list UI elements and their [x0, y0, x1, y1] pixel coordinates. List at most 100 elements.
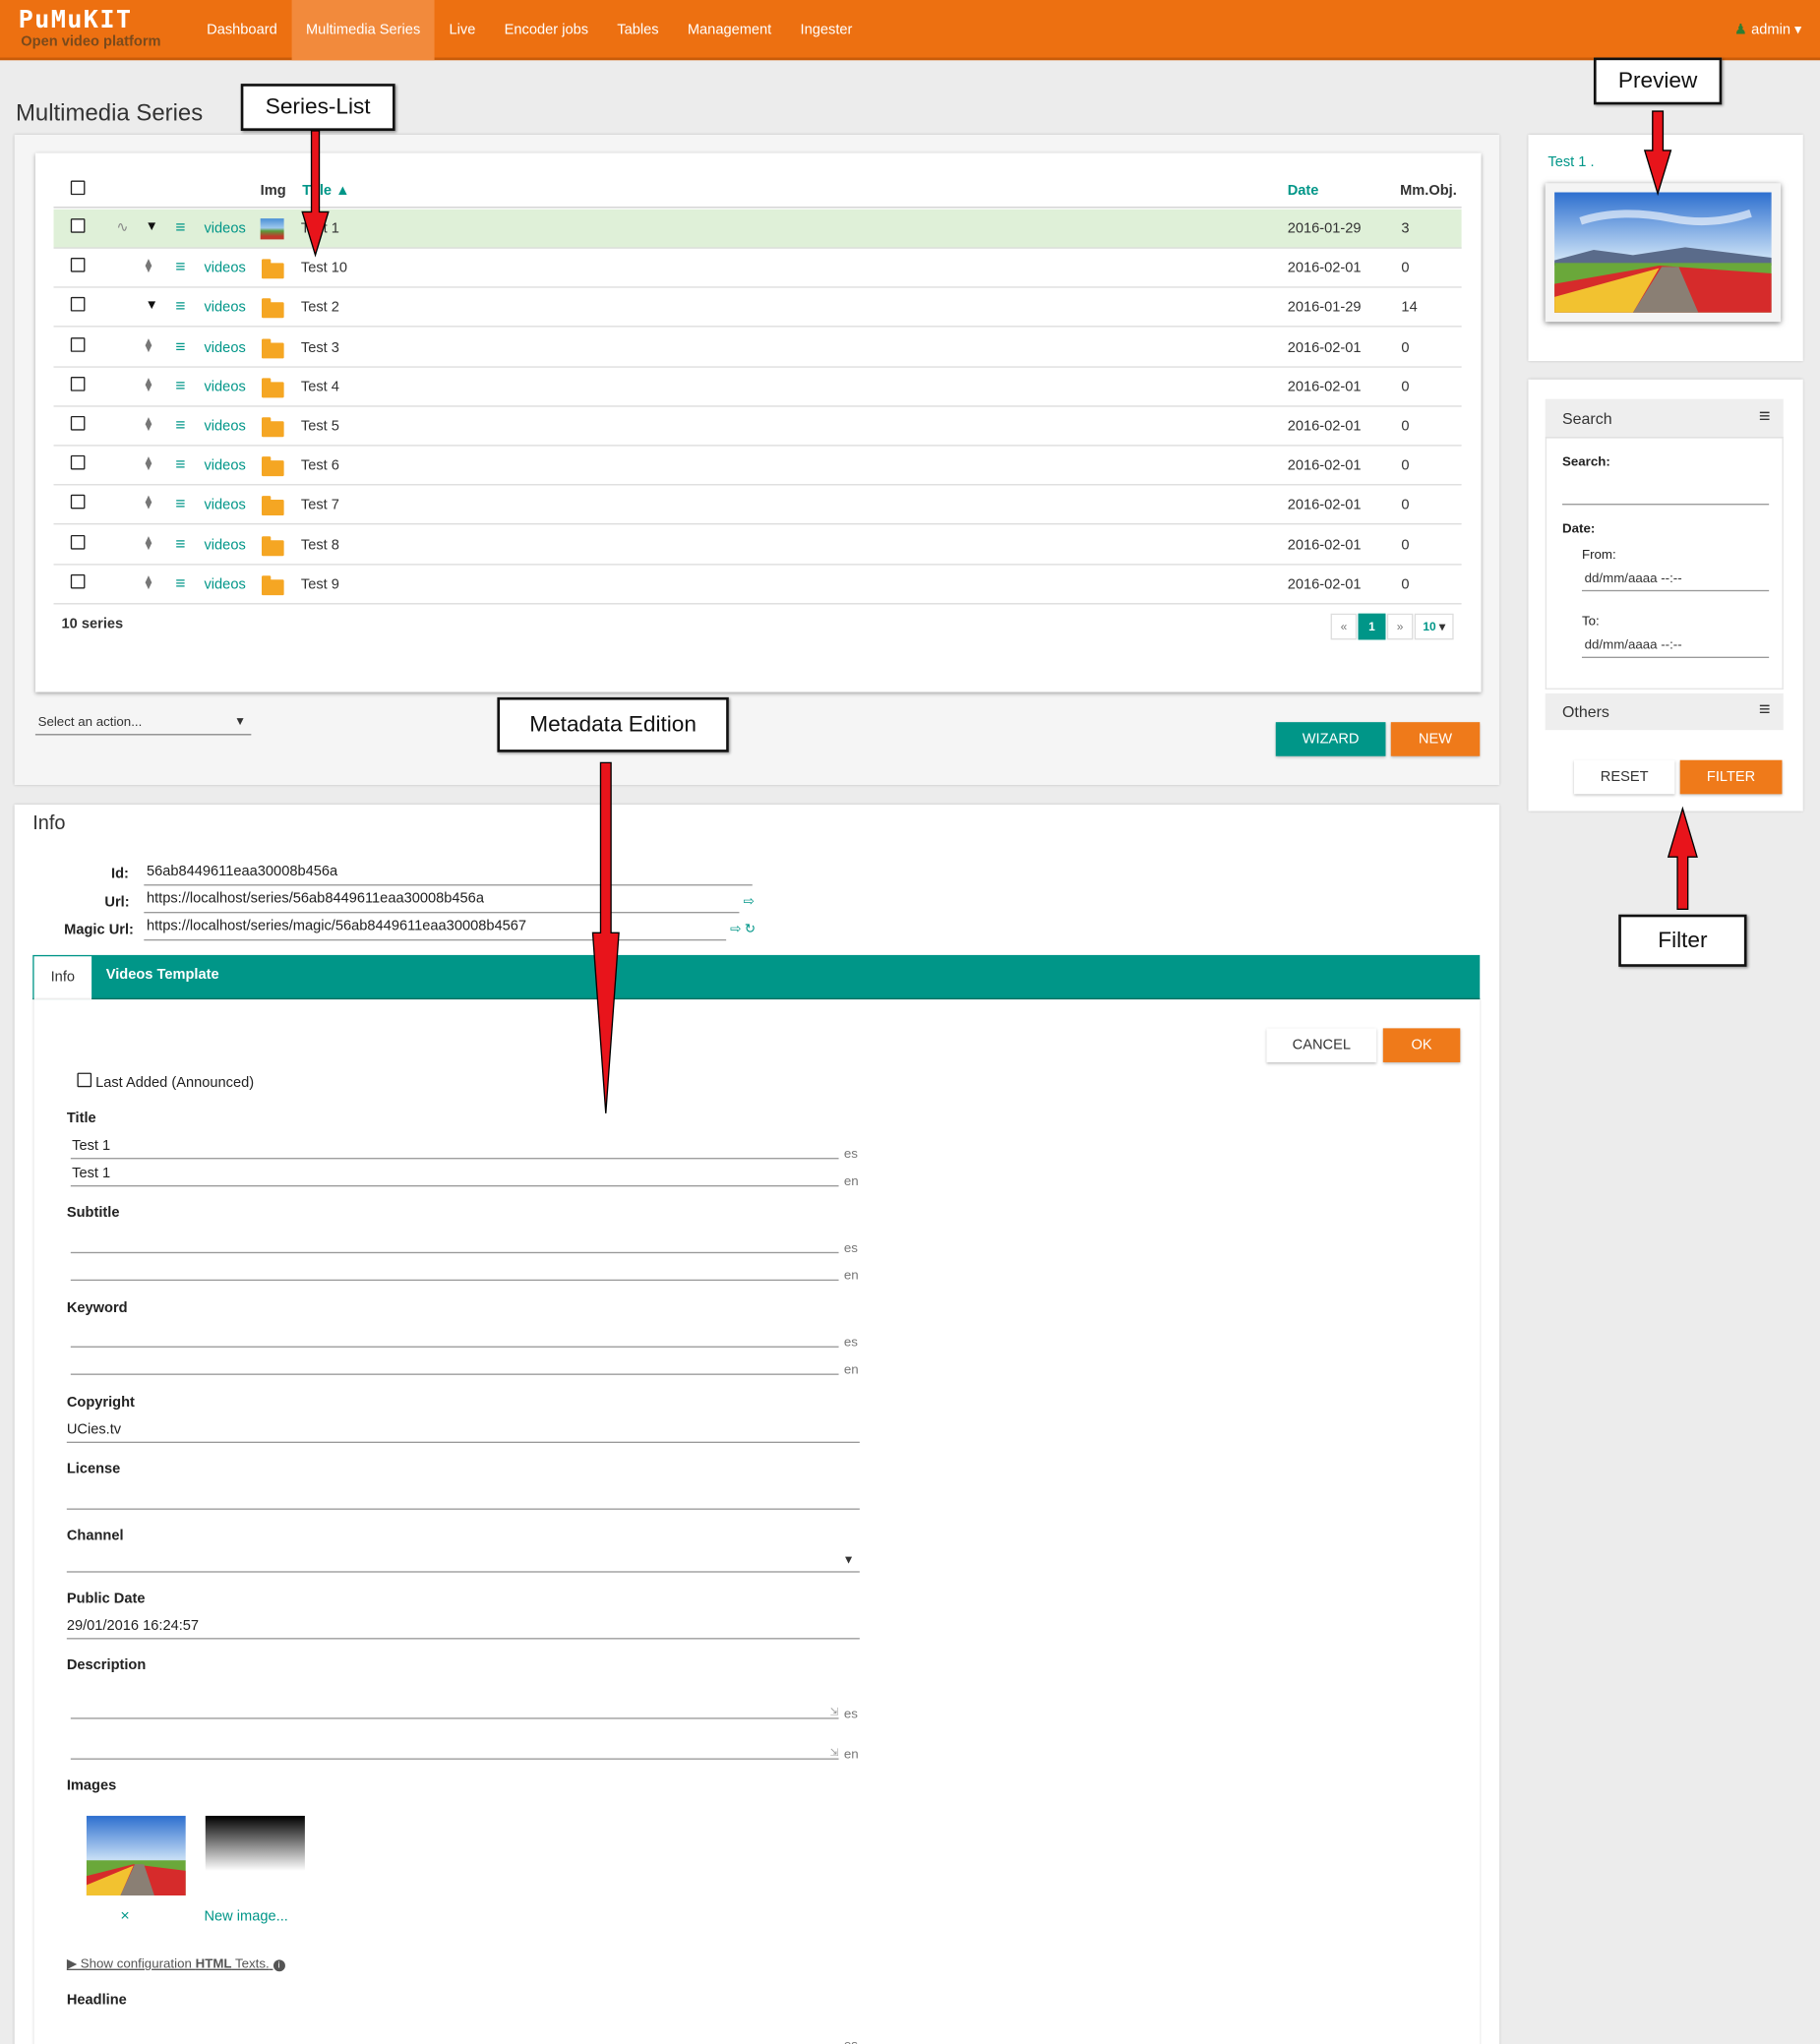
- menu-lines-icon[interactable]: ≡: [175, 375, 185, 394]
- row-checkbox[interactable]: [70, 495, 86, 510]
- table-row[interactable]: ⧫ ≡ videos Test 3 2016-02-01 0: [53, 328, 1462, 368]
- series-title[interactable]: Test 4: [301, 379, 339, 394]
- videos-link[interactable]: videos: [204, 379, 245, 394]
- visibility-icon[interactable]: ⧫: [146, 417, 152, 432]
- action-select[interactable]: Select an action... ▼: [34, 713, 252, 736]
- videos-link[interactable]: videos: [204, 221, 245, 237]
- copyright-input[interactable]: UCies.tv: [66, 1416, 860, 1443]
- visibility-icon[interactable]: ⧫: [146, 338, 152, 353]
- menu-lines-icon[interactable]: ≡: [175, 572, 185, 592]
- menu-lines-icon[interactable]: ≡: [175, 494, 185, 513]
- visibility-icon[interactable]: ⧫: [146, 575, 152, 590]
- series-title[interactable]: Test 3: [301, 339, 339, 355]
- cancel-button[interactable]: CANCEL: [1266, 1028, 1377, 1062]
- pager-page-1[interactable]: 1: [1358, 613, 1386, 640]
- row-checkbox[interactable]: [70, 336, 86, 352]
- series-image-thumbnail[interactable]: [86, 1816, 186, 1896]
- title-en-input[interactable]: Test 1: [70, 1161, 839, 1187]
- resize-handle-icon[interactable]: ⇲: [830, 1706, 839, 1717]
- open-link-icon[interactable]: ⇨: [743, 895, 754, 910]
- table-row[interactable]: ⧫ ≡ videos Test 10 2016-02-01 0: [53, 249, 1462, 288]
- visibility-icon[interactable]: ▼: [146, 219, 158, 234]
- license-input[interactable]: [66, 1483, 860, 1510]
- subtitle-en-input[interactable]: [70, 1254, 839, 1282]
- open-link-icon[interactable]: ⇨: [730, 923, 741, 937]
- videos-link[interactable]: videos: [204, 419, 245, 435]
- pager-prev[interactable]: «: [1330, 613, 1358, 640]
- to-date-input[interactable]: dd/mm/aaaa --:--: [1581, 634, 1770, 658]
- table-row[interactable]: ▼ ≡ videos Test 2 2016-01-29 14: [53, 288, 1462, 329]
- show-config-html-toggle[interactable]: ▶ Show configuration HTML Texts. i: [67, 1957, 285, 1972]
- description-en-textarea[interactable]: ⇲: [70, 1723, 839, 1760]
- nav-item-management[interactable]: Management: [673, 0, 786, 60]
- table-row[interactable]: ⧫ ≡ videos Test 9 2016-02-01 0: [53, 565, 1462, 605]
- channel-select[interactable]: ▼: [66, 1546, 860, 1573]
- videos-link[interactable]: videos: [204, 576, 245, 592]
- header-date[interactable]: Date: [1288, 183, 1319, 199]
- videos-link[interactable]: videos: [204, 339, 245, 355]
- series-title[interactable]: Test 9: [301, 576, 339, 592]
- table-row[interactable]: ⧫ ≡ videos Test 4 2016-02-01 0: [53, 367, 1462, 407]
- videos-link[interactable]: videos: [204, 498, 245, 513]
- row-checkbox[interactable]: [70, 376, 86, 391]
- visibility-icon[interactable]: ▼: [146, 299, 158, 314]
- search-section-header[interactable]: Search ≡: [1545, 398, 1784, 439]
- tab-videos-template[interactable]: Videos Template: [106, 967, 219, 983]
- refresh-icon[interactable]: ↻: [745, 923, 756, 937]
- series-title[interactable]: Test 5: [301, 419, 339, 435]
- series-title[interactable]: Test 8: [301, 537, 339, 553]
- visibility-icon[interactable]: ⧫: [146, 536, 152, 551]
- table-row[interactable]: ⧫ ≡ videos Test 8 2016-02-01 0: [53, 525, 1462, 566]
- table-row[interactable]: ⧫ ≡ videos Test 6 2016-02-01 0: [53, 447, 1462, 486]
- nav-item-tables[interactable]: Tables: [603, 0, 674, 60]
- keyword-en-input[interactable]: [70, 1349, 839, 1375]
- public-date-input[interactable]: 29/01/2016 16:24:57: [66, 1613, 860, 1640]
- search-input[interactable]: [1562, 489, 1770, 506]
- row-checkbox[interactable]: [70, 297, 86, 313]
- series-title[interactable]: Test 7: [301, 498, 339, 513]
- from-date-input[interactable]: dd/mm/aaaa --:--: [1581, 568, 1770, 592]
- new-image-link[interactable]: New image...: [204, 1908, 287, 1924]
- nav-item-dashboard[interactable]: Dashboard: [193, 0, 292, 60]
- row-checkbox[interactable]: [70, 573, 86, 589]
- visibility-icon[interactable]: ⧫: [146, 260, 152, 274]
- visibility-icon[interactable]: ⧫: [146, 456, 152, 471]
- menu-lines-icon[interactable]: ≡: [175, 335, 185, 355]
- pumukit-logo[interactable]: PuMuKIT Open video platform: [19, 5, 161, 49]
- magic-url-value[interactable]: https://localhost/series/magic/56ab84496…: [147, 919, 526, 934]
- user-menu[interactable]: ♟ admin ▾: [1734, 0, 1801, 60]
- row-checkbox[interactable]: [70, 534, 86, 550]
- subtitle-es-input[interactable]: [70, 1228, 839, 1254]
- others-section-header[interactable]: Others ≡: [1545, 692, 1784, 731]
- new-image-placeholder[interactable]: [205, 1816, 305, 1871]
- title-es-input[interactable]: Test 1: [70, 1133, 839, 1160]
- row-checkbox[interactable]: [70, 258, 86, 272]
- menu-lines-icon[interactable]: ≡: [175, 296, 185, 316]
- row-checkbox[interactable]: [70, 218, 86, 233]
- visibility-icon[interactable]: ⧫: [146, 497, 152, 511]
- headline-es-textarea[interactable]: [71, 2014, 839, 2044]
- ok-button[interactable]: OK: [1382, 1028, 1461, 1062]
- visibility-icon[interactable]: ⧫: [146, 378, 152, 392]
- description-es-textarea[interactable]: ⇲: [70, 1682, 839, 1719]
- nav-item-ingester[interactable]: Ingester: [786, 0, 867, 60]
- tab-info[interactable]: Info: [33, 956, 92, 1000]
- nav-item-live[interactable]: Live: [435, 0, 490, 60]
- menu-lines-icon[interactable]: ≡: [175, 257, 185, 276]
- nav-item-multimedia-series[interactable]: Multimedia Series: [291, 0, 435, 61]
- row-checkbox[interactable]: [70, 415, 86, 431]
- new-button[interactable]: NEW: [1390, 722, 1481, 756]
- select-all-checkbox[interactable]: [70, 180, 86, 196]
- menu-lines-icon[interactable]: ≡: [175, 533, 185, 553]
- resize-handle-icon[interactable]: ⇲: [830, 1747, 839, 1759]
- series-title[interactable]: Test 2: [301, 300, 339, 316]
- series-title[interactable]: Test 10: [301, 261, 347, 276]
- remove-image-icon[interactable]: ×: [120, 1906, 129, 1925]
- wizard-button[interactable]: WIZARD: [1275, 722, 1386, 756]
- url-value[interactable]: https://localhost/series/56ab8449611eaa3…: [147, 891, 484, 907]
- pulse-icon[interactable]: ∿: [116, 218, 128, 235]
- videos-link[interactable]: videos: [204, 458, 245, 474]
- menu-lines-icon[interactable]: ≡: [175, 415, 185, 435]
- per-page-select[interactable]: 10 ▾: [1414, 613, 1454, 640]
- table-row[interactable]: ⧫ ≡ videos Test 7 2016-02-01 0: [53, 486, 1462, 525]
